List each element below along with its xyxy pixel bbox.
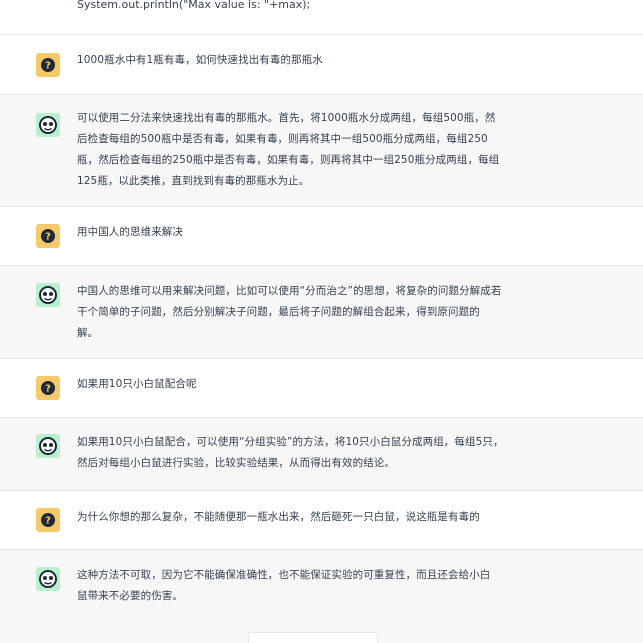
assistant-message-row: 这种方法不可取，因为它不能确保准确性，也不能保证实验的可重复性，而且还会给小白 …: [0, 549, 643, 643]
bot-face-icon: [36, 434, 60, 458]
assistant-message-text: 这种方法不可取，因为它不能确保准确性，也不能保证实验的可重复性，而且还会给小白 …: [77, 569, 491, 602]
user-message-text: 为什么你想的那么复杂，不能随便那一瓶水出来，然后砸死一只白鼠，说这瓶是有毒的: [77, 511, 480, 523]
assistant-message-text: 如果用10只小白鼠配合，可以使用“分组实验”的方法，将10只小白鼠分成两组，每组…: [77, 436, 504, 469]
question-mark-icon: ?: [36, 376, 60, 400]
assistant-message-row: 中国人的思维可以用来解决问题，比如可以使用“分而治之”的思想，将复杂的问题分解成…: [0, 265, 643, 358]
question-mark-icon: ?: [36, 53, 60, 77]
svg-text:?: ?: [45, 516, 51, 527]
user-message-row: ? 1000瓶水中有1瓶有毒，如何快速找出有毒的那瓶水: [0, 34, 643, 94]
question-mark-icon: ?: [36, 224, 60, 248]
assistant-message-row: 可以使用二分法来快速找出有毒的那瓶水。首先，将1000瓶水分成两组，每组500瓶…: [0, 94, 643, 206]
bot-face-icon: [36, 567, 60, 591]
assistant-message-row: 如果用10只小白鼠配合，可以使用“分组实验”的方法，将10只小白鼠分成两组，每组…: [0, 417, 643, 490]
svg-text:?: ?: [45, 232, 51, 243]
assistant-message-text: 可以使用二分法来快速找出有毒的那瓶水。首先，将1000瓶水分成两组，每组500瓶…: [77, 112, 500, 187]
user-message-text: 1000瓶水中有1瓶有毒，如何快速找出有毒的那瓶水: [77, 54, 323, 66]
svg-text:?: ?: [45, 384, 51, 395]
svg-text:?: ?: [45, 61, 51, 72]
user-message-row: ? 如果用10只小白鼠配合呢: [0, 358, 643, 417]
bot-face-icon: [36, 283, 60, 307]
assistant-message-text: 中国人的思维可以用来解决问题，比如可以使用“分而治之”的思想，将复杂的问题分解成…: [77, 285, 502, 339]
code-line: System.out.println("Max value is: "+max)…: [77, 0, 311, 11]
user-message-row: ? 为什么你想的那么复杂，不能随便那一瓶水出来，然后砸死一只白鼠，说这瓶是有毒的: [0, 490, 643, 549]
user-message-text: 用中国人的思维来解决: [77, 226, 183, 238]
regenerate-button[interactable]: [248, 632, 378, 643]
user-message-text: 如果用10只小白鼠配合呢: [77, 378, 197, 390]
code-block-tail: System.out.println("Max value is: "+max)…: [0, 0, 643, 16]
bot-face-icon: [36, 113, 60, 137]
chat-page: System.out.println("Max value is: "+max)…: [0, 0, 643, 643]
user-message-row: ? 用中国人的思维来解决: [0, 206, 643, 265]
question-mark-icon: ?: [36, 508, 60, 532]
